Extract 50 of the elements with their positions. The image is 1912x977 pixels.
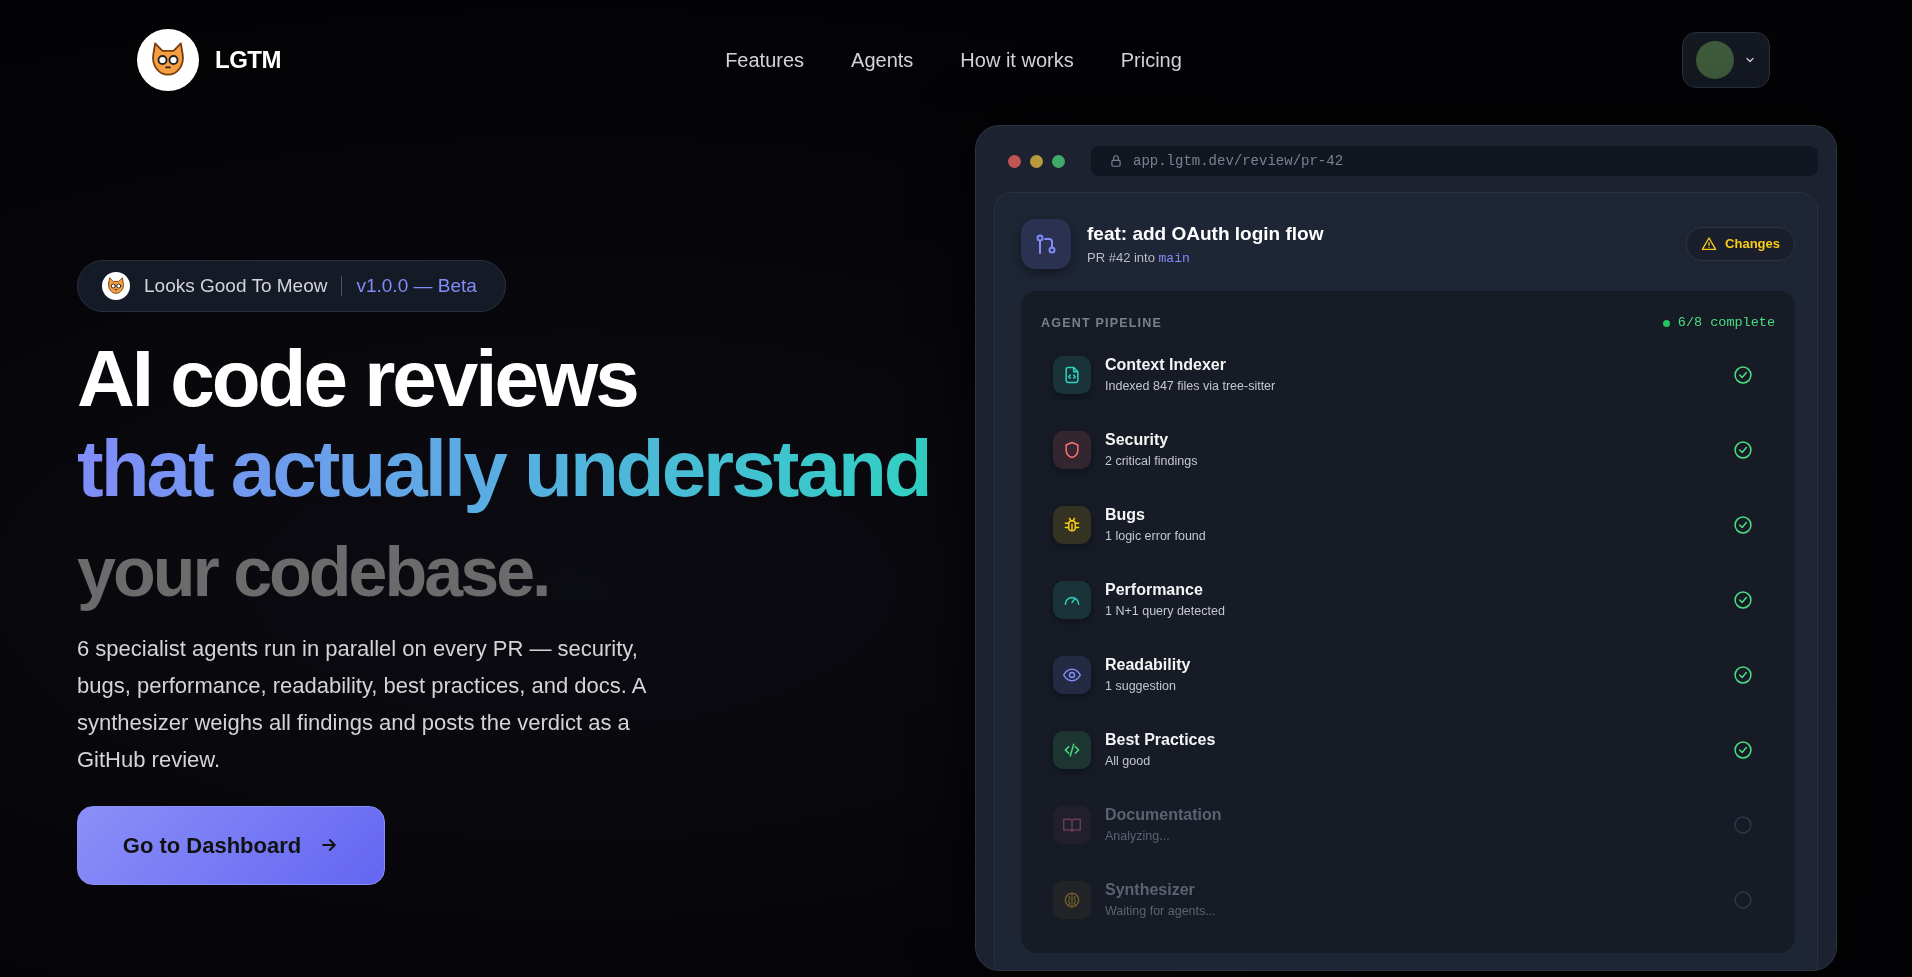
agent-detail: Waiting for agents... (1105, 903, 1216, 921)
check-circle-icon (1733, 514, 1753, 535)
hero-description: 6 specialist agents run in parallel on every PR — security, bugs, performance, readability, best practices, and docs. A synthesizer weighs all findings and posts the verdict as a GitHub review. (77, 634, 647, 774)
progress-label: 6/8 complete (1662, 313, 1775, 334)
pending-ring-icon (1733, 889, 1753, 910)
agent-name: Security (1105, 430, 1170, 451)
check-circle-icon (1733, 664, 1753, 685)
nav-link[interactable]: Agents (851, 45, 914, 75)
agent-detail: Analyzing... (1105, 828, 1171, 846)
dashboard-button[interactable]: Go to Dashboard (77, 805, 385, 885)
lock-icon (1109, 154, 1123, 168)
branch-merge-icon (1034, 232, 1058, 256)
window-control-dot[interactable] (1052, 154, 1065, 168)
agent-name: Synthesizer (1105, 880, 1196, 901)
headline: your codebase. (77, 533, 550, 612)
pr-title: feat: add OAuth login flow (1087, 221, 1324, 246)
agent-detail: 1 N+1 query detected (1105, 603, 1225, 621)
agent-name: Performance (1105, 580, 1204, 601)
agent-detail: Indexed 847 files via tree-sitter (1105, 378, 1276, 396)
check-circle-icon (1733, 739, 1753, 760)
headline: AI code reviews (77, 334, 638, 424)
nav-link[interactable]: Pricing (1120, 45, 1182, 75)
pending-ring-icon (1733, 814, 1753, 835)
agent-name: Readability (1105, 655, 1191, 676)
account-menu-button[interactable] (1682, 32, 1770, 88)
window-control-dot[interactable] (1008, 154, 1021, 168)
pr-subtitle: PR #42 into (1087, 250, 1155, 265)
agent-detail: 2 critical findings (1105, 453, 1198, 471)
agent-detail: 1 logic error found (1105, 528, 1206, 546)
section-heading: AGENT PIPELINE (1041, 314, 1162, 332)
window-control-dot[interactable] (1030, 154, 1043, 168)
agent-name: Documentation (1105, 805, 1222, 826)
agent-name: Bugs (1105, 505, 1146, 526)
avatar-placeholder (1696, 41, 1734, 79)
pill-label: Looks Good To Meow (144, 273, 328, 298)
check-circle-icon (1733, 589, 1753, 610)
url-text: app.lgtm.dev/review/pr-42 (1133, 151, 1344, 171)
warning-icon (1701, 236, 1718, 252)
agent-detail: All good (1105, 753, 1152, 771)
agent-name: Context Indexer (1105, 355, 1227, 376)
version-label: v1.0.0 — Beta (356, 273, 477, 298)
verdict-badge: Changes (1686, 227, 1795, 261)
agent-detail: 1 suggestion (1105, 678, 1177, 696)
branch-name: main (1158, 251, 1190, 266)
check-circle-icon (1733, 439, 1753, 460)
agent-name: Best Practices (1105, 730, 1216, 751)
nav-link[interactable]: Features (725, 45, 805, 75)
nav-link[interactable]: How it works (960, 45, 1074, 75)
check-circle-icon (1733, 364, 1753, 385)
brand-name: LGTM (215, 45, 281, 75)
